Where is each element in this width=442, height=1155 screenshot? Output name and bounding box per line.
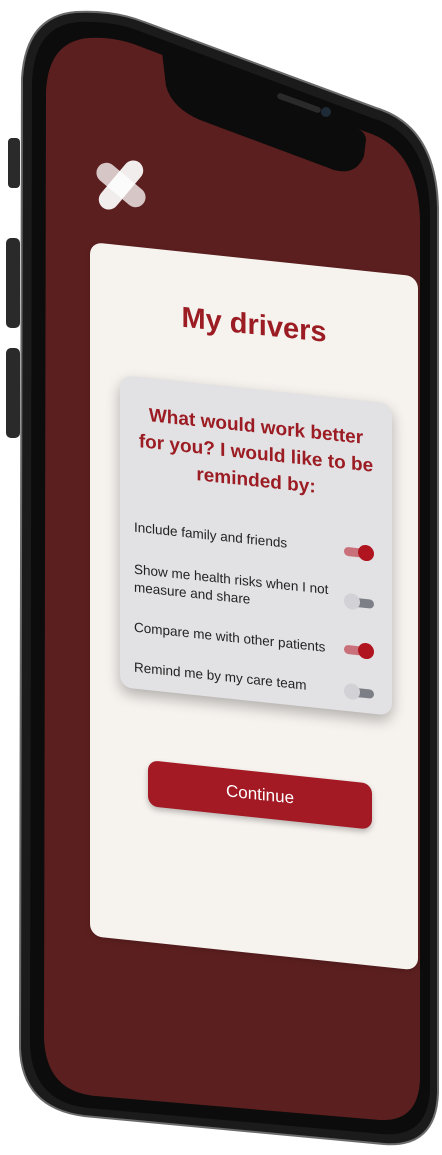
toggle-health-risks[interactable] (344, 592, 374, 612)
volume-down-button (6, 348, 20, 438)
toggle-knob (344, 592, 360, 611)
reminder-panel: What would work better for you? I would … (120, 375, 392, 716)
phone-mockup-stage: My drivers What would work better for yo… (0, 0, 442, 1155)
option-label-compare: Compare me with other patients (134, 619, 326, 655)
volume-up-button (6, 238, 20, 328)
toggle-knob (358, 642, 374, 660)
toggle-compare-patients[interactable] (344, 641, 374, 660)
app-logo-icon (94, 154, 148, 216)
reminder-question: What would work better for you? I would … (138, 405, 374, 498)
front-camera (321, 107, 331, 117)
toggle-knob (358, 544, 374, 562)
toggle-family-friends[interactable] (344, 543, 374, 562)
option-label-family: Include family and friends (134, 519, 288, 551)
drivers-card: My drivers What would work better for yo… (90, 242, 418, 971)
phone-device: My drivers What would work better for yo… (4, 8, 440, 1148)
option-label-health-risks: Show me health risks when I not measure … (134, 561, 329, 607)
page-title: My drivers (181, 301, 327, 349)
continue-button[interactable]: Continue (148, 760, 372, 830)
mute-switch (8, 138, 20, 188)
option-label-care-team: Remind me by my care team (134, 659, 307, 693)
toggle-knob (344, 682, 360, 701)
toggle-care-team[interactable] (344, 682, 374, 702)
